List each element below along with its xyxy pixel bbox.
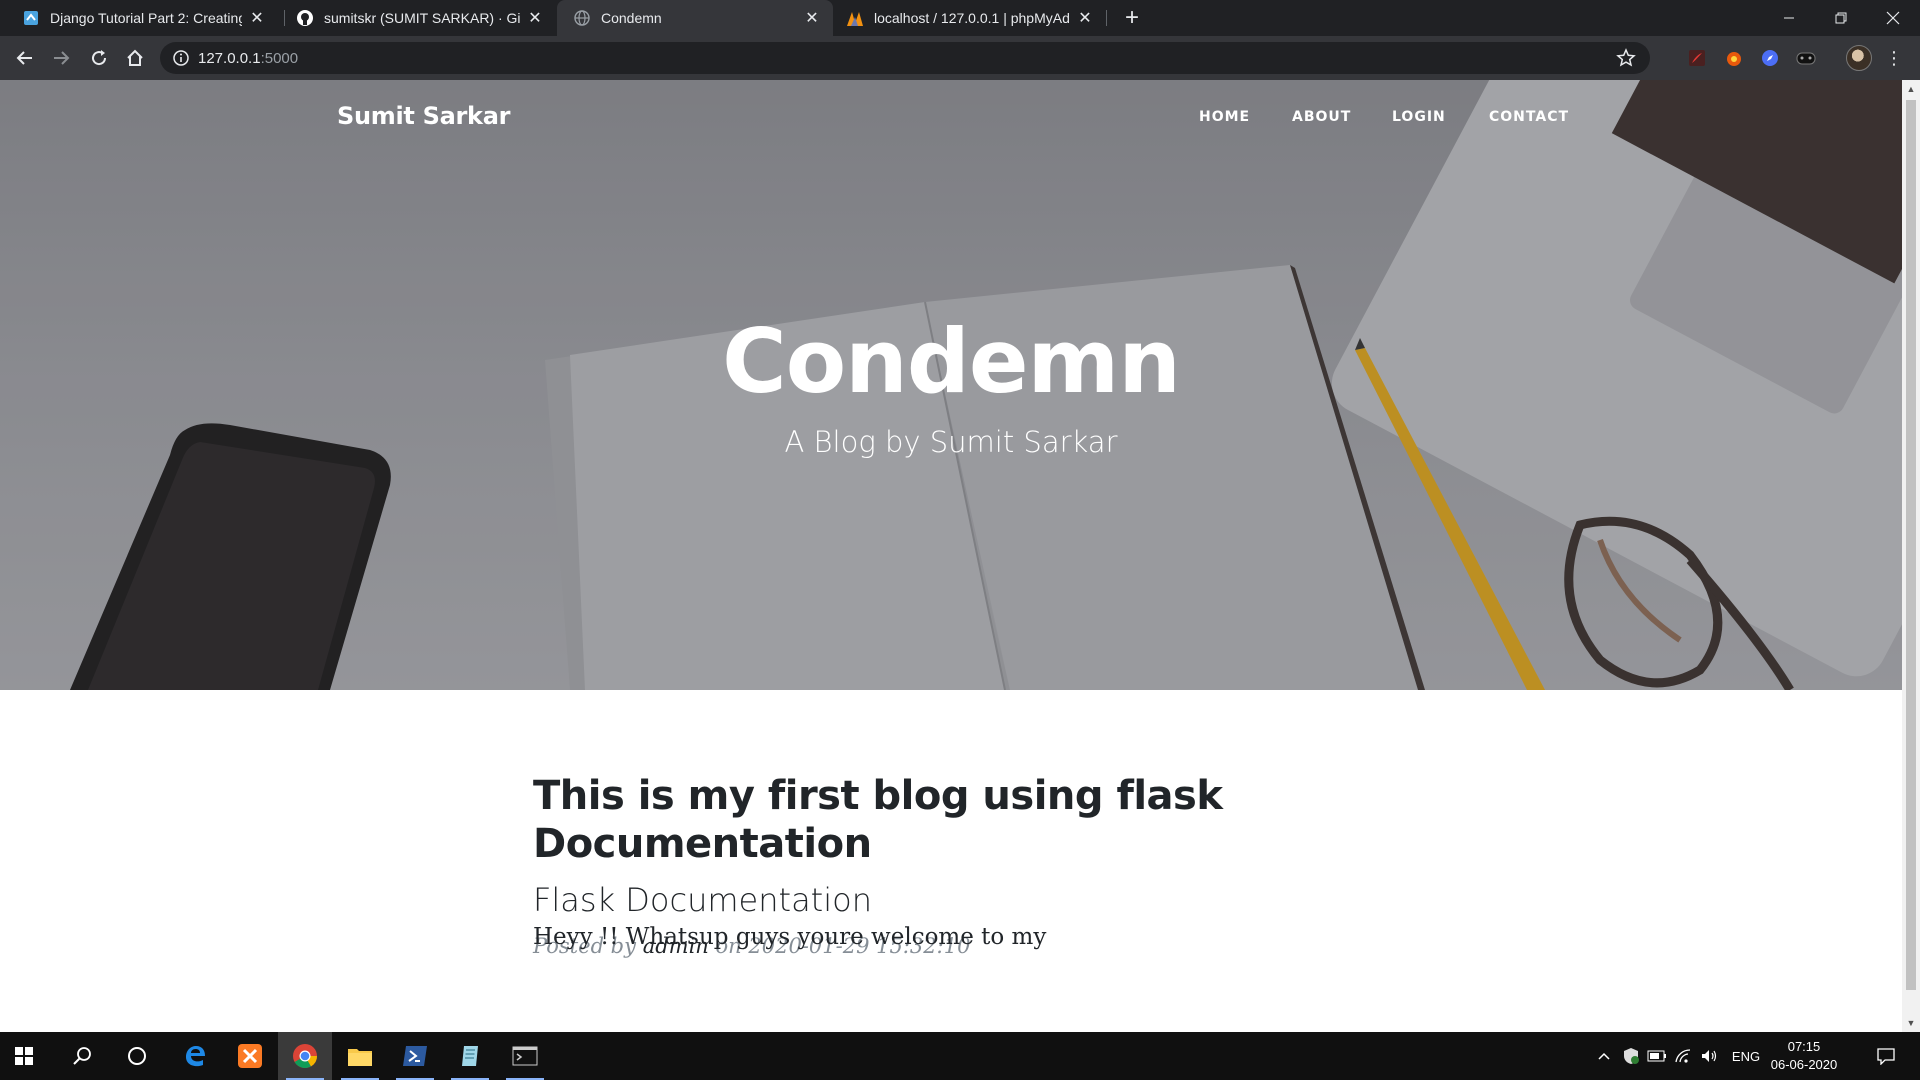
profile-avatar[interactable] — [1846, 45, 1872, 71]
clock-time: 07:15 — [1787, 1039, 1821, 1054]
fox-extension-icon[interactable] — [1722, 46, 1746, 70]
battery-icon[interactable] — [1644, 1032, 1670, 1080]
tab-title: Condemn — [601, 10, 662, 26]
site-brand-link[interactable]: Sumit Sarkar — [337, 102, 510, 130]
new-tab-plus-icon[interactable]: + — [1118, 4, 1146, 32]
scrollbar-thumb[interactable] — [1906, 100, 1916, 990]
action-center-icon[interactable] — [1866, 1032, 1906, 1080]
post-title-line-1: This is my first blog using flask — [533, 773, 1223, 819]
home-icon[interactable] — [120, 43, 150, 73]
post-subtitle: Flask Documentation — [533, 881, 872, 919]
address-bar[interactable]: 127.0.0.1:5000 — [160, 42, 1650, 74]
windows-start-icon[interactable] — [0, 1032, 48, 1080]
hero-subtitle: A Blog by Sumit Sarkar — [784, 425, 1118, 459]
page-scrollbar[interactable]: ▲ ▼ — [1902, 80, 1920, 1032]
show-hidden-icons-chevron-icon[interactable] — [1592, 1032, 1616, 1080]
browser-tab-strip: Django Tutorial Part 2: Creating a ✕ sum… — [0, 0, 1920, 36]
chrome-menu-icon[interactable]: ⋮ — [1884, 48, 1904, 68]
clock-date: 06-06-2020 — [1770, 1057, 1838, 1072]
close-tab-icon[interactable]: ✕ — [248, 9, 266, 27]
post-excerpt: Heyy !! Whatsup guys youre welcome to my — [533, 924, 1047, 950]
browser-toolbar: 127.0.0.1:5000 ⋮ — [0, 36, 1920, 80]
scroll-down-arrow-icon[interactable]: ▼ — [1906, 1018, 1916, 1028]
nav-link-contact[interactable]: CONTACT — [1489, 109, 1569, 125]
cortana-icon[interactable] — [110, 1032, 164, 1080]
close-tab-icon[interactable]: ✕ — [803, 9, 821, 27]
tab-condemn[interactable]: Condemn ✕ — [557, 0, 833, 36]
tab-divider — [1106, 10, 1107, 26]
chrome-taskbar-icon[interactable] — [278, 1032, 332, 1080]
taskbar-clock[interactable]: 07:15 06-06-2020 — [1768, 1038, 1840, 1074]
back-arrow-icon[interactable] — [10, 43, 40, 73]
url-text: 127.0.0.1:5000 — [198, 50, 298, 67]
wifi-icon[interactable] — [1670, 1032, 1696, 1080]
url-port: :5000 — [260, 49, 299, 67]
input-language[interactable]: ENG — [1726, 1032, 1766, 1080]
edge-browser-icon[interactable] — [168, 1032, 222, 1080]
search-icon[interactable] — [55, 1032, 109, 1080]
scroll-up-arrow-icon[interactable]: ▲ — [1906, 84, 1916, 94]
post-title-line-2: Documentation — [533, 821, 872, 867]
globe-icon — [573, 9, 591, 27]
close-window-icon[interactable] — [1870, 0, 1916, 36]
tab-title: Django Tutorial Part 2: Creating a — [50, 10, 242, 26]
terminal-icon[interactable] — [498, 1032, 552, 1080]
security-shield-icon[interactable] — [1618, 1032, 1644, 1080]
windows-taskbar: ENG 07:15 06-06-2020 — [0, 1032, 1920, 1080]
tab-title: sumitskr (SUMIT SARKAR) · GitHub — [324, 10, 520, 26]
github-icon — [296, 9, 314, 27]
tab-phpmyadmin[interactable]: localhost / 127.0.0.1 | phpMyAdmin ✕ — [834, 0, 1106, 36]
site-info-icon[interactable] — [172, 49, 190, 67]
restore-icon[interactable] — [1818, 0, 1864, 36]
close-tab-icon[interactable]: ✕ — [1076, 9, 1094, 27]
pdf-extension-icon[interactable] — [1685, 46, 1709, 70]
volume-icon[interactable] — [1696, 1032, 1722, 1080]
reload-icon[interactable] — [84, 43, 114, 73]
phpmyadmin-icon — [846, 9, 864, 27]
url-host: 127.0.0.1 — [198, 49, 261, 67]
notepad-app-icon[interactable] — [443, 1032, 497, 1080]
hero-header: Sumit Sarkar HOME ABOUT LOGIN CONTACT Co… — [0, 80, 1902, 690]
django-favicon-icon — [22, 9, 40, 27]
bookmark-star-icon[interactable] — [1616, 48, 1636, 68]
compass-extension-icon[interactable] — [1758, 46, 1782, 70]
forward-arrow-icon[interactable] — [46, 43, 76, 73]
tab-github[interactable]: sumitskr (SUMIT SARKAR) · GitHub ✕ — [284, 0, 556, 36]
close-tab-icon[interactable]: ✕ — [526, 9, 544, 27]
gamepad-extension-icon[interactable] — [1794, 46, 1818, 70]
powershell-icon[interactable] — [388, 1032, 442, 1080]
nav-link-home[interactable]: HOME — [1199, 109, 1250, 125]
post-title[interactable]: This is my first blog using flask Docume… — [533, 772, 1333, 868]
nav-link-about[interactable]: ABOUT — [1292, 109, 1351, 125]
file-explorer-icon[interactable] — [333, 1032, 387, 1080]
hero-title: Condemn — [722, 310, 1181, 413]
minimize-icon[interactable] — [1766, 0, 1812, 36]
xampp-icon[interactable] — [223, 1032, 277, 1080]
tab-title: localhost / 127.0.0.1 | phpMyAdmin — [874, 10, 1070, 26]
tab-django-tutorial[interactable]: Django Tutorial Part 2: Creating a ✕ — [0, 0, 278, 36]
nav-link-login[interactable]: LOGIN — [1392, 109, 1446, 125]
page-viewport: Sumit Sarkar HOME ABOUT LOGIN CONTACT Co… — [0, 80, 1902, 1032]
